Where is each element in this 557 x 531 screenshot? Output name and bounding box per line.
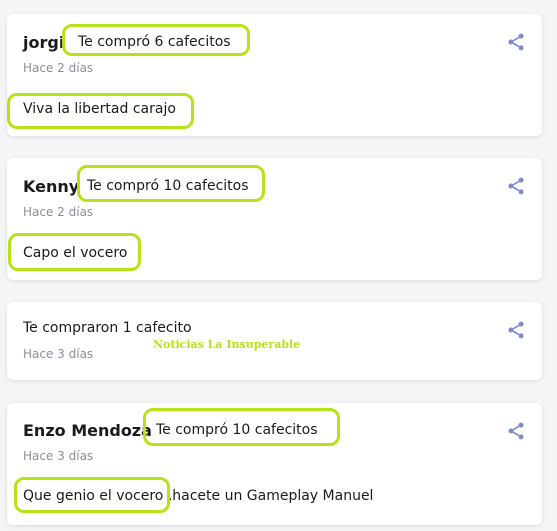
timestamp: Hace 2 días	[23, 205, 94, 219]
highlight-outline	[7, 93, 194, 129]
timestamp: Hace 2 días	[23, 61, 94, 75]
timestamp: Hace 3 días	[23, 449, 94, 463]
watermark-text: Noticias La Insuperable	[153, 338, 301, 351]
timestamp: Hace 3 días	[23, 347, 94, 361]
highlight-outline	[62, 24, 250, 56]
share-icon[interactable]	[506, 32, 526, 52]
share-icon[interactable]	[506, 320, 526, 340]
supporter-name: Kenny	[23, 177, 80, 196]
highlight-outline	[143, 408, 340, 446]
highlight-outline	[77, 165, 265, 202]
highlight-outline	[8, 233, 141, 271]
supporter-name: jorgi	[23, 33, 65, 52]
supporter-name: Enzo Mendoza	[23, 421, 152, 440]
share-icon[interactable]	[506, 421, 526, 441]
share-icon[interactable]	[506, 176, 526, 196]
highlight-outline	[14, 477, 170, 513]
purchase-text: Te compraron 1 cafecito	[23, 320, 192, 336]
